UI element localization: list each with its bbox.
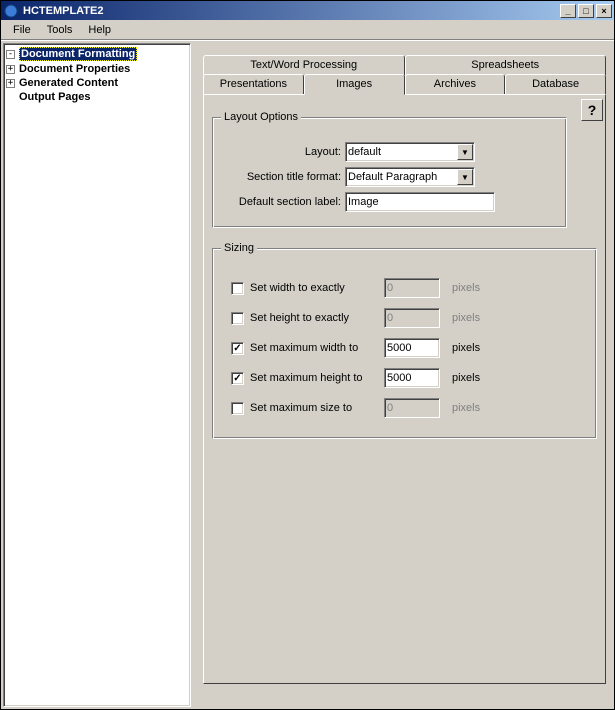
tree-label: Document Formatting xyxy=(19,47,137,61)
max-width-input[interactable]: 5000 xyxy=(384,338,440,358)
unit-label: pixels xyxy=(452,312,480,324)
max-size-input[interactable]: 0 xyxy=(384,398,440,418)
maximize-button[interactable]: □ xyxy=(578,4,594,18)
menubar: File Tools Help xyxy=(1,20,614,40)
max-height-input[interactable]: 5000 xyxy=(384,368,440,388)
sizing-label: Set maximum height to xyxy=(250,372,378,384)
tree-item-generated-content[interactable]: + Generated Content xyxy=(6,76,188,90)
tab-panel-images: ? Layout Options Layout: default ▼ Secti… xyxy=(203,94,606,684)
tree-collapse-icon[interactable]: - xyxy=(6,50,15,59)
sizing-row-set-max-height: ✓ Set maximum height to 5000 pixels xyxy=(221,368,588,388)
tab-database[interactable]: Database xyxy=(505,74,606,94)
tree-label: Generated Content xyxy=(19,77,118,89)
layout-select-value: default xyxy=(348,146,381,158)
tree-expand-icon[interactable]: + xyxy=(6,79,15,88)
sizing-label: Set maximum size to xyxy=(250,402,378,414)
checkbox-set-height-exactly[interactable] xyxy=(231,312,244,325)
group-legend: Layout Options xyxy=(221,111,301,123)
content-area: - Document Formatting + Document Propert… xyxy=(1,40,614,709)
unit-label: pixels xyxy=(452,342,480,354)
tab-row-upper: Text/Word Processing Spreadsheets xyxy=(203,55,606,75)
tab-spreadsheets[interactable]: Spreadsheets xyxy=(405,55,607,75)
height-exact-input[interactable]: 0 xyxy=(384,308,440,328)
tab-text-word-processing[interactable]: Text/Word Processing xyxy=(203,55,405,75)
tree-expand-icon[interactable]: + xyxy=(6,65,15,74)
sizing-label: Set height to exactly xyxy=(250,312,378,324)
sizing-row-set-height-exactly: Set height to exactly 0 pixels xyxy=(221,308,588,328)
menu-tools[interactable]: Tools xyxy=(39,22,81,38)
sizing-row-set-width-exactly: Set width to exactly 0 pixels xyxy=(221,278,588,298)
unit-label: pixels xyxy=(452,372,480,384)
checkbox-set-max-size[interactable] xyxy=(231,402,244,415)
section-title-format-select[interactable]: Default Paragraph ▼ xyxy=(345,167,475,187)
sidebar-tree[interactable]: - Document Formatting + Document Propert… xyxy=(3,43,191,707)
tab-images[interactable]: Images xyxy=(304,74,405,95)
menu-help[interactable]: Help xyxy=(80,22,119,38)
width-exact-input[interactable]: 0 xyxy=(384,278,440,298)
tab-archives[interactable]: Archives xyxy=(405,74,506,94)
group-layout-options: Layout Options Layout: default ▼ Section… xyxy=(212,111,567,228)
app-icon xyxy=(3,3,19,19)
close-button[interactable]: × xyxy=(596,4,612,18)
tab-row-lower: Presentations Images Archives Database xyxy=(203,74,606,94)
titlebar: HCTEMPLATE2 _ □ × xyxy=(1,1,614,20)
tab-presentations[interactable]: Presentations xyxy=(203,74,304,94)
section-title-format-value: Default Paragraph xyxy=(348,171,437,183)
checkbox-set-max-height[interactable]: ✓ xyxy=(231,372,244,385)
tree-item-output-pages[interactable]: Output Pages xyxy=(6,90,188,104)
tabset: Text/Word Processing Spreadsheets Presen… xyxy=(203,55,606,684)
main-panel: Text/Word Processing Spreadsheets Presen… xyxy=(191,43,612,707)
group-legend: Sizing xyxy=(221,242,257,254)
unit-label: pixels xyxy=(452,402,480,414)
default-section-label-input[interactable]: Image xyxy=(345,192,495,212)
sizing-row-set-max-width: ✓ Set maximum width to 5000 pixels xyxy=(221,338,588,358)
sizing-label: Set width to exactly xyxy=(250,282,378,294)
help-button[interactable]: ? xyxy=(581,99,603,121)
checkbox-set-max-width[interactable]: ✓ xyxy=(231,342,244,355)
tree-label: Document Properties xyxy=(19,63,130,75)
default-section-label-label: Default section label: xyxy=(221,196,341,208)
chevron-down-icon: ▼ xyxy=(457,144,473,160)
section-title-format-label: Section title format: xyxy=(221,171,341,183)
unit-label: pixels xyxy=(452,282,480,294)
tree-label: Output Pages xyxy=(19,91,91,103)
main-window: HCTEMPLATE2 _ □ × File Tools Help - Docu… xyxy=(0,0,615,710)
tree-item-document-properties[interactable]: + Document Properties xyxy=(6,62,188,76)
tree-item-document-formatting[interactable]: - Document Formatting xyxy=(6,46,188,62)
menu-file[interactable]: File xyxy=(5,22,39,38)
layout-select[interactable]: default ▼ xyxy=(345,142,475,162)
minimize-button[interactable]: _ xyxy=(560,4,576,18)
group-sizing: Sizing Set width to exactly 0 pixels Set… xyxy=(212,242,597,439)
window-controls: _ □ × xyxy=(560,4,612,18)
window-title: HCTEMPLATE2 xyxy=(23,5,560,17)
layout-label: Layout: xyxy=(221,146,341,158)
chevron-down-icon: ▼ xyxy=(457,169,473,185)
sizing-label: Set maximum width to xyxy=(250,342,378,354)
sizing-row-set-max-size: Set maximum size to 0 pixels xyxy=(221,398,588,418)
checkbox-set-width-exactly[interactable] xyxy=(231,282,244,295)
